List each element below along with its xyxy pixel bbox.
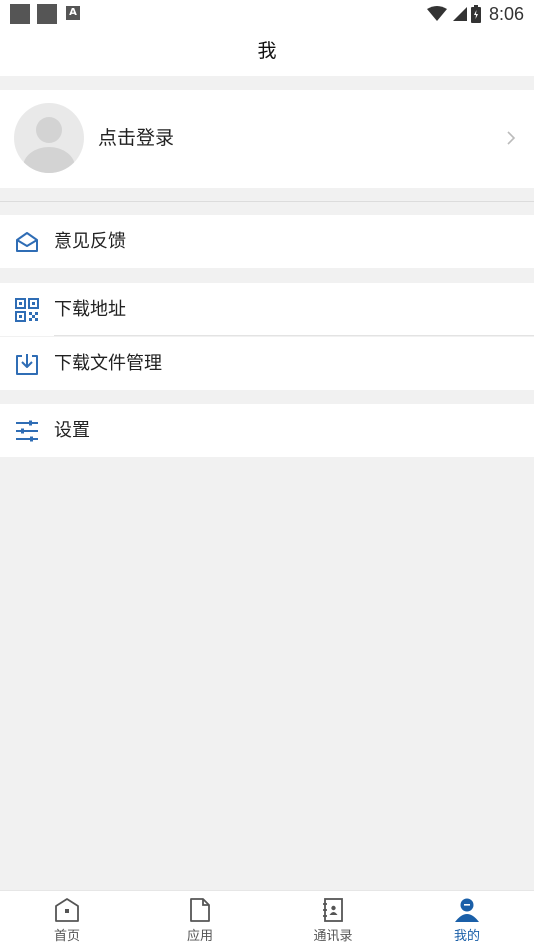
home-icon bbox=[55, 898, 79, 922]
nav-tab-apps[interactable]: 应用 bbox=[160, 895, 240, 949]
divider bbox=[0, 201, 534, 202]
status-icons: 8:06 bbox=[426, 2, 524, 26]
nav-label: 我的 bbox=[453, 929, 480, 944]
login-card[interactable]: 点击登录 bbox=[0, 90, 534, 188]
person-icon bbox=[455, 898, 479, 922]
menu-item-label: 下载地址 bbox=[54, 299, 126, 320]
login-label: 点击登录 bbox=[98, 127, 175, 149]
qr-code-icon bbox=[15, 298, 39, 322]
document-icon bbox=[190, 898, 210, 922]
clock: 8:06 bbox=[488, 3, 524, 24]
cell-signal-icon bbox=[452, 7, 467, 21]
nav-tab-contacts[interactable]: 通讯录 bbox=[293, 895, 373, 949]
download-box-icon bbox=[16, 354, 38, 375]
notification-square-icon bbox=[37, 4, 57, 24]
avatar-body bbox=[23, 147, 75, 173]
bottom-nav: 首页 应用 通讯录 我的 bbox=[0, 890, 534, 950]
status-bar: A 8:06 bbox=[0, 0, 534, 28]
sliders-icon bbox=[16, 420, 38, 442]
page-title: 我 bbox=[257, 40, 277, 62]
notification-square-icon bbox=[10, 4, 30, 24]
mail-open-icon bbox=[16, 232, 38, 252]
screen: A 8:06 我 点击登录 意见反馈 下载地址 下载文件管理 设置 首页 应用 … bbox=[0, 0, 534, 950]
nav-tab-home[interactable]: 首页 bbox=[27, 895, 107, 949]
nav-label: 通讯录 bbox=[313, 929, 353, 944]
contacts-book-icon bbox=[323, 898, 343, 922]
wifi-icon bbox=[426, 6, 447, 21]
menu-item-feedback[interactable]: 意见反馈 bbox=[0, 215, 534, 268]
menu-item-download-address[interactable]: 下载地址 bbox=[0, 283, 534, 336]
title-bar: 我 bbox=[0, 28, 534, 76]
menu-item-label: 设置 bbox=[54, 420, 90, 441]
menu-item-download-manager[interactable]: 下载文件管理 bbox=[0, 337, 534, 390]
nav-label: 应用 bbox=[186, 929, 213, 944]
nav-label: 首页 bbox=[53, 929, 80, 944]
menu-item-settings[interactable]: 设置 bbox=[0, 404, 534, 457]
notification-a-icon: A bbox=[66, 6, 80, 20]
chevron-right-icon bbox=[507, 131, 516, 145]
battery-icon bbox=[470, 5, 481, 23]
menu-item-label: 意见反馈 bbox=[54, 231, 126, 252]
avatar-head bbox=[36, 117, 62, 143]
menu-item-label: 下载文件管理 bbox=[54, 353, 162, 374]
avatar bbox=[14, 103, 84, 173]
row-divider bbox=[54, 335, 534, 336]
nav-tab-mine[interactable]: 我的 bbox=[427, 895, 507, 949]
